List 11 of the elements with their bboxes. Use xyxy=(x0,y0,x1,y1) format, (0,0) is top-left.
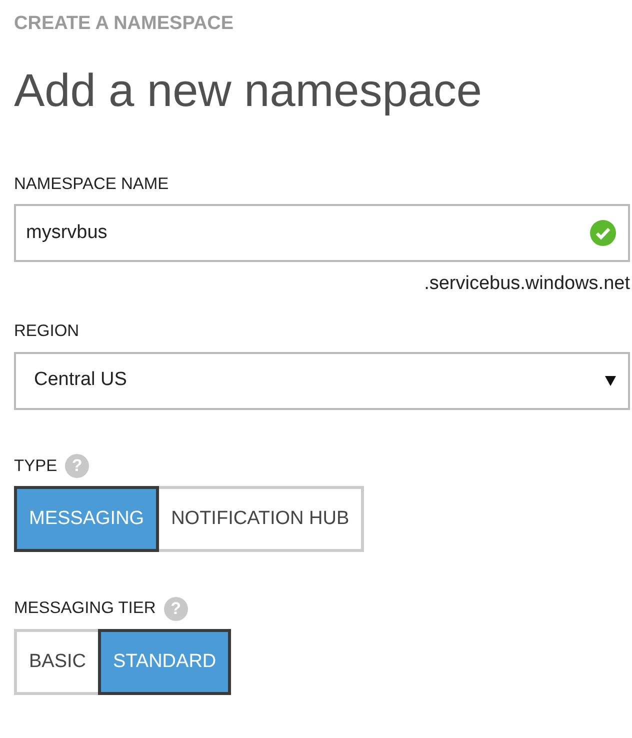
field-label: TYPE xyxy=(14,456,58,477)
field-label: MESSAGING TIER xyxy=(14,598,156,620)
segment-option[interactable]: NOTIFICATION HUB xyxy=(156,486,364,552)
section-label: CREATE A NAMESPACE xyxy=(14,12,234,36)
text-field[interactable]: mysrvbus xyxy=(14,204,630,262)
region-select[interactable]: Central US xyxy=(14,352,630,410)
caret-icon xyxy=(605,376,616,386)
domain-suffix: .servicebus.windows.net xyxy=(424,272,630,296)
field-label: REGION xyxy=(14,320,80,342)
field-label: NAMESPACE NAME xyxy=(14,174,169,195)
page-title: Add a new namespace xyxy=(14,62,482,118)
